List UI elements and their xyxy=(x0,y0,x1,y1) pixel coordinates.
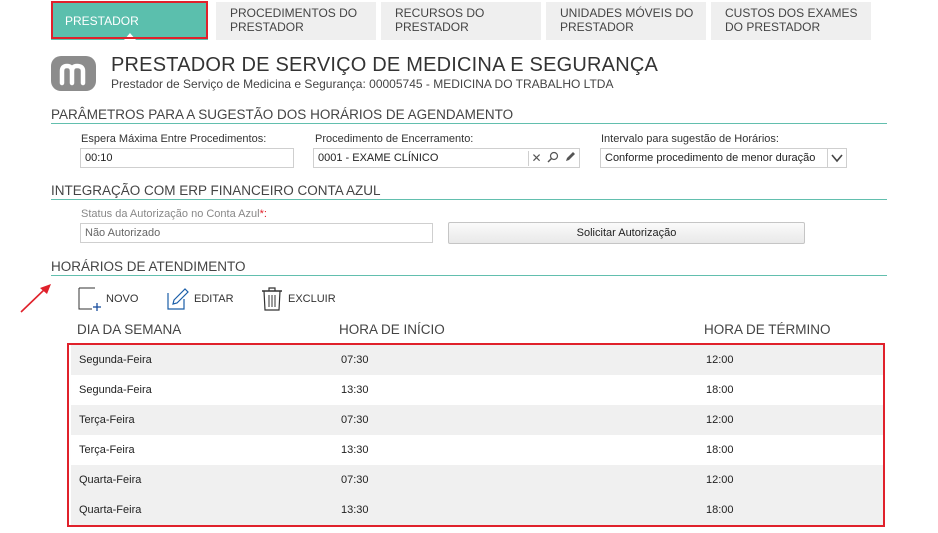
excluir-button[interactable]: EXCLUIR xyxy=(260,286,336,312)
tab-label: DO PRESTADOR xyxy=(725,20,821,34)
cell-termino: 18:00 xyxy=(706,384,734,396)
tab-custos-exames[interactable]: CUSTOS DOS EXAMES DO PRESTADOR xyxy=(711,2,871,40)
cell-dia: Quarta-Feira xyxy=(79,474,142,486)
section-horarios-title: HORÁRIOS DE ATENDIMENTO xyxy=(51,259,887,276)
cell-inicio: 13:30 xyxy=(341,384,369,396)
tab-procedimentos[interactable]: PROCEDIMENTOS DO PRESTADOR xyxy=(216,2,376,40)
cell-termino: 18:00 xyxy=(706,504,734,516)
cell-dia: Terça-Feira xyxy=(79,444,135,456)
chevron-down-icon[interactable] xyxy=(827,149,846,167)
table-row[interactable]: Quarta-Feira 07:30 12:00 xyxy=(71,465,883,495)
cell-dia: Segunda-Feira xyxy=(79,384,152,396)
cell-termino: 12:00 xyxy=(706,354,734,366)
intervalo-value: Conforme procedimento de menor duração xyxy=(605,152,816,164)
cell-dia: Terça-Feira xyxy=(79,414,135,426)
excluir-label: EXCLUIR xyxy=(288,293,336,305)
arrow-annotation-icon xyxy=(20,284,51,313)
tab-label: PROCEDIMENTOS DO xyxy=(230,6,358,20)
tab-recursos[interactable]: RECURSOS DO PRESTADOR xyxy=(381,2,541,40)
intervalo-label: Intervalo para sugestão de Horários: xyxy=(601,133,779,145)
solicitar-autorizacao-button[interactable]: Solicitar Autorização xyxy=(448,222,805,244)
cell-dia: Segunda-Feira xyxy=(79,354,152,366)
table-row[interactable]: Terça-Feira 07:30 12:00 xyxy=(71,405,883,435)
cell-inicio: 07:30 xyxy=(341,354,369,366)
trash-icon xyxy=(262,287,282,311)
editar-label: EDITAR xyxy=(194,293,234,305)
cell-termino: 12:00 xyxy=(706,474,734,486)
tab-label: PRESTADOR xyxy=(230,20,304,34)
espera-field[interactable]: 00:10 xyxy=(80,148,294,168)
tab-label: RECURSOS DO xyxy=(395,6,485,20)
clear-icon[interactable]: ✕ xyxy=(528,151,544,166)
section-parametros-title: PARÂMETROS PARA A SUGESTÃO DOS HORÁRIOS … xyxy=(51,107,887,124)
pencil-icon[interactable] xyxy=(562,151,577,166)
procedimento-label: Procedimento de Encerramento: xyxy=(315,133,474,145)
status-label: Status da Autorização no Conta Azul*: xyxy=(81,208,267,220)
intervalo-select[interactable]: Conforme procedimento de menor duração xyxy=(600,148,847,168)
app-logo xyxy=(51,56,96,91)
cell-termino: 18:00 xyxy=(706,444,734,456)
column-header-dia[interactable]: DIA DA SEMANA xyxy=(77,322,181,337)
search-icon[interactable] xyxy=(545,151,560,166)
column-header-inicio[interactable]: HORA DE INÍCIO xyxy=(339,322,445,337)
cell-inicio: 13:30 xyxy=(341,504,369,516)
espera-label: Espera Máxima Entre Procedimentos: xyxy=(81,133,267,145)
page-title: PRESTADOR DE SERVIÇO DE MEDICINA E SEGUR… xyxy=(111,54,659,76)
section-integracao-title: INTEGRAÇÃO COM ERP FINANCEIRO CONTA AZUL xyxy=(51,183,887,200)
cell-inicio: 07:30 xyxy=(341,414,369,426)
table-row[interactable]: Quarta-Feira 13:30 18:00 xyxy=(71,495,883,525)
new-record-icon xyxy=(78,287,101,311)
status-field: Não Autorizado xyxy=(80,223,433,243)
cell-dia: Quarta-Feira xyxy=(79,504,142,516)
column-header-termino[interactable]: HORA DE TÉRMINO xyxy=(704,322,831,337)
tab-label: PRESTADOR xyxy=(395,20,469,34)
edit-icon xyxy=(167,288,189,310)
procedimento-value: 0001 - EXAME CLÍNICO xyxy=(318,152,439,164)
cell-inicio: 13:30 xyxy=(341,444,369,456)
cell-inicio: 07:30 xyxy=(341,474,369,486)
page-subtitle: Prestador de Serviço de Medicina e Segur… xyxy=(111,77,614,91)
status-value: Não Autorizado xyxy=(85,227,161,239)
tab-highlight-box xyxy=(51,1,208,39)
cell-termino: 12:00 xyxy=(706,414,734,426)
procedimento-field[interactable]: 0001 - EXAME CLÍNICO ✕ xyxy=(313,148,580,168)
tab-label: UNIDADES MÓVEIS DO xyxy=(560,6,694,20)
tab-label: PRESTADOR xyxy=(560,20,634,34)
novo-button[interactable]: NOVO xyxy=(78,286,138,312)
table-row[interactable]: Terça-Feira 13:30 18:00 xyxy=(71,435,883,465)
tab-unidades-moveis[interactable]: UNIDADES MÓVEIS DO PRESTADOR xyxy=(546,2,706,40)
horarios-table: Segunda-Feira 07:30 12:00 Segunda-Feira … xyxy=(67,343,885,527)
novo-label: NOVO xyxy=(106,293,139,305)
status-label-text: Status da Autorização no Conta Azul xyxy=(81,208,260,220)
table-row[interactable]: Segunda-Feira 07:30 12:00 xyxy=(71,345,883,375)
tab-label: CUSTOS DOS EXAMES xyxy=(725,6,858,20)
espera-value: 00:10 xyxy=(85,152,113,164)
editar-button[interactable]: EDITAR xyxy=(166,286,234,312)
table-row[interactable]: Segunda-Feira 13:30 18:00 xyxy=(71,375,883,405)
required-marker: *: xyxy=(259,208,267,220)
